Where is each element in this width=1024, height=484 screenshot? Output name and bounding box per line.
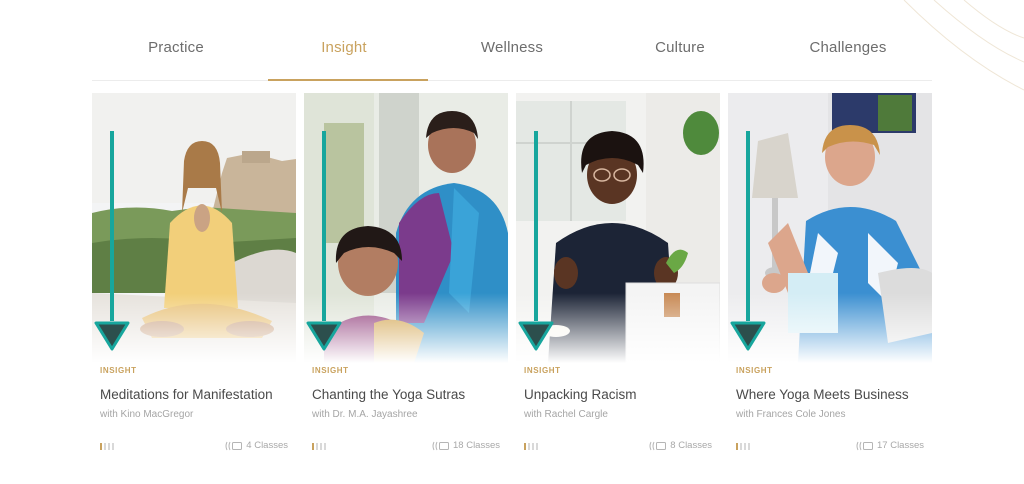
tab-wellness[interactable]: Wellness [428,22,596,80]
class-count-label: 18 Classes [453,440,500,451]
category-tag: INSIGHT [100,366,137,375]
class-count: 17 Classes [856,440,924,451]
classes-icon [649,441,667,450]
category-tag: INSIGHT [524,366,561,375]
classes-icon [225,441,243,450]
tab-practice[interactable]: Practice [92,22,260,80]
arrow-down-icon [306,131,342,351]
course-author: with Frances Cole Jones [736,409,846,420]
tab-challenges[interactable]: Challenges [764,22,932,80]
level-bars-icon [736,443,750,450]
class-count: 18 Classes [432,440,500,451]
class-count-label: 4 Classes [246,440,288,451]
course-author: with Dr. M.A. Jayashree [312,409,418,420]
arrow-down-icon [94,131,130,351]
arrow-down-icon [518,131,554,351]
course-author: with Kino MacGregor [100,409,194,420]
course-title[interactable]: Meditations for Manifestation [100,387,296,402]
class-count: 4 Classes [225,440,288,451]
level-bars-icon [100,443,114,450]
tab-insight[interactable]: Insight [260,22,428,81]
category-tabs: Practice Insight Wellness Culture Challe… [92,22,932,81]
classes-icon [432,441,449,450]
course-title[interactable]: Where Yoga Meets Business [736,387,932,402]
classes-icon [856,441,873,450]
category-tag: INSIGHT [736,366,773,375]
page: Practice Insight Wellness Culture Challe… [0,0,1024,484]
class-count: 8 Classes [649,440,712,451]
course-thumbnail[interactable] [92,93,296,363]
level-bars-icon [524,443,538,450]
course-card[interactable]: INSIGHT Chanting the Yoga Sutras with Dr… [304,93,508,458]
class-count-label: 17 Classes [877,440,924,451]
arrow-down-icon [730,131,766,351]
course-thumbnail[interactable] [516,93,720,363]
level-bars-icon [312,443,326,450]
course-card[interactable]: INSIGHT Unpacking Racism with Rachel Car… [516,93,720,458]
category-tag: INSIGHT [312,366,349,375]
class-count-label: 8 Classes [670,440,712,451]
course-author: with Rachel Cargle [524,409,608,420]
tab-culture[interactable]: Culture [596,22,764,80]
course-thumbnail[interactable] [728,93,932,363]
course-cards: INSIGHT Meditations for Manifestation wi… [92,93,932,463]
course-thumbnail[interactable] [304,93,508,363]
course-title[interactable]: Chanting the Yoga Sutras [312,387,508,402]
course-title[interactable]: Unpacking Racism [524,387,720,402]
course-card[interactable]: INSIGHT Meditations for Manifestation wi… [92,93,296,458]
course-card[interactable]: INSIGHT Where Yoga Meets Business with F… [728,93,932,458]
